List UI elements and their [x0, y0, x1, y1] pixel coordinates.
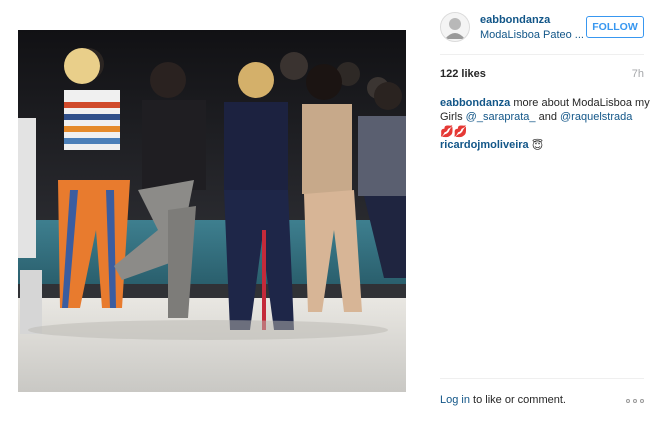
- post-header: eabbondanza ModaLisboa Pateo ... FOLLOW: [440, 12, 650, 46]
- avatar[interactable]: [440, 12, 470, 42]
- comment-emoji: 😇: [531, 140, 544, 152]
- fashion-show-front-row-image: [18, 30, 406, 392]
- header-divider: [440, 54, 644, 55]
- kiss-emoji-icon: 💋💋: [440, 126, 468, 138]
- post-location[interactable]: ModaLisboa Pateo ...: [480, 29, 584, 41]
- comment-item: ricardojmoliveira 😇: [440, 138, 650, 153]
- ellipsis-icon[interactable]: [626, 398, 644, 404]
- post-username[interactable]: eabbondanza: [480, 14, 550, 26]
- post-side-panel: eabbondanza ModaLisboa Pateo ... FOLLOW …: [428, 0, 660, 424]
- caption-mention-2[interactable]: @raquelstrada: [560, 111, 632, 123]
- login-prompt: Log in to like or comment.: [440, 394, 566, 406]
- caption-text-2: and: [535, 111, 561, 123]
- login-text: to like or comment.: [469, 394, 566, 406]
- caption-username[interactable]: eabbondanza: [440, 97, 510, 109]
- post-photo[interactable]: [18, 30, 406, 392]
- login-link[interactable]: Log in: [440, 394, 470, 406]
- likes-count[interactable]: 122 likes: [440, 68, 486, 80]
- post-caption: eabbondanza more about ModaLisboa my Gir…: [440, 96, 650, 139]
- comment-username[interactable]: ricardojmoliveira: [440, 139, 529, 151]
- follow-button[interactable]: FOLLOW: [586, 16, 644, 38]
- post-time[interactable]: 7h: [632, 68, 644, 80]
- caption-mention-1[interactable]: @_saraprata_: [466, 111, 536, 123]
- footer-divider: [440, 378, 644, 379]
